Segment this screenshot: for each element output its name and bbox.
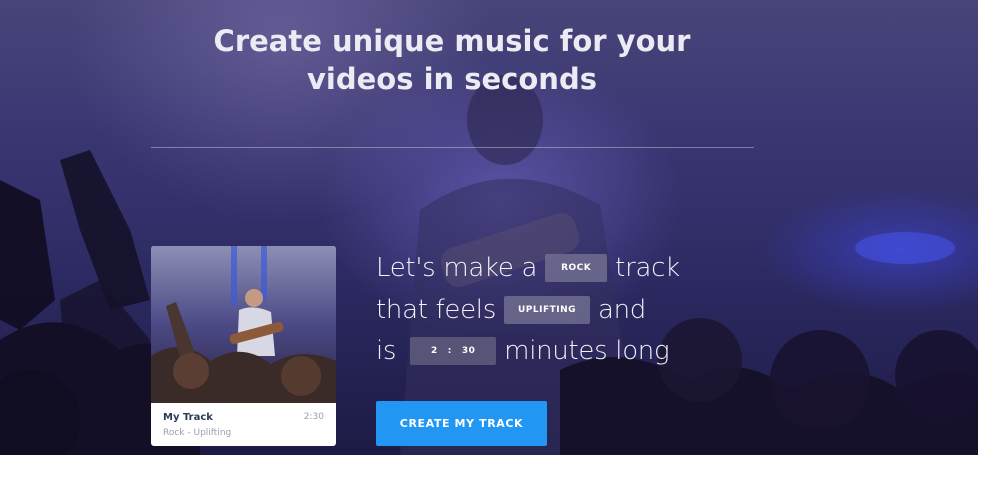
headline-line-1: Create unique music for your: [213, 24, 691, 58]
duration-separator: :: [447, 346, 452, 356]
duration-selector[interactable]: 2 : 30: [410, 337, 497, 365]
track-preview-card[interactable]: My Track Rock - Uplifting 2:30: [151, 246, 336, 446]
sentence-text: track: [615, 253, 680, 283]
genre-selector[interactable]: ROCK: [545, 254, 608, 282]
sentence-text: that feels: [376, 295, 496, 325]
page-headline: Create unique music for your videos in s…: [150, 22, 754, 98]
hero-section: Create unique music for your videos in s…: [0, 0, 978, 455]
mood-selector[interactable]: UPLIFTING: [503, 296, 590, 324]
headline-line-2: videos in seconds: [307, 62, 597, 96]
sentence-text: minutes long: [504, 336, 670, 366]
track-subtitle: Rock - Uplifting: [163, 428, 232, 438]
headline-divider: [151, 147, 754, 148]
create-track-button[interactable]: CREATE MY TRACK: [376, 401, 547, 446]
duration-minutes[interactable]: 2: [431, 331, 438, 371]
sentence-text: Let's make a: [376, 253, 538, 283]
sentence-line-2: that feels UPLIFTING and: [376, 290, 646, 330]
sentence-text: and: [597, 295, 646, 325]
sentence-text: is: [376, 336, 397, 366]
sentence-line-1: Let's make a ROCK track: [376, 248, 680, 288]
track-thumbnail-image: [151, 246, 336, 403]
sentence-line-3: is 2 : 30 minutes long: [376, 331, 670, 371]
track-title: My Track: [163, 412, 213, 423]
track-duration: 2:30: [303, 412, 324, 422]
duration-seconds[interactable]: 30: [462, 331, 476, 371]
